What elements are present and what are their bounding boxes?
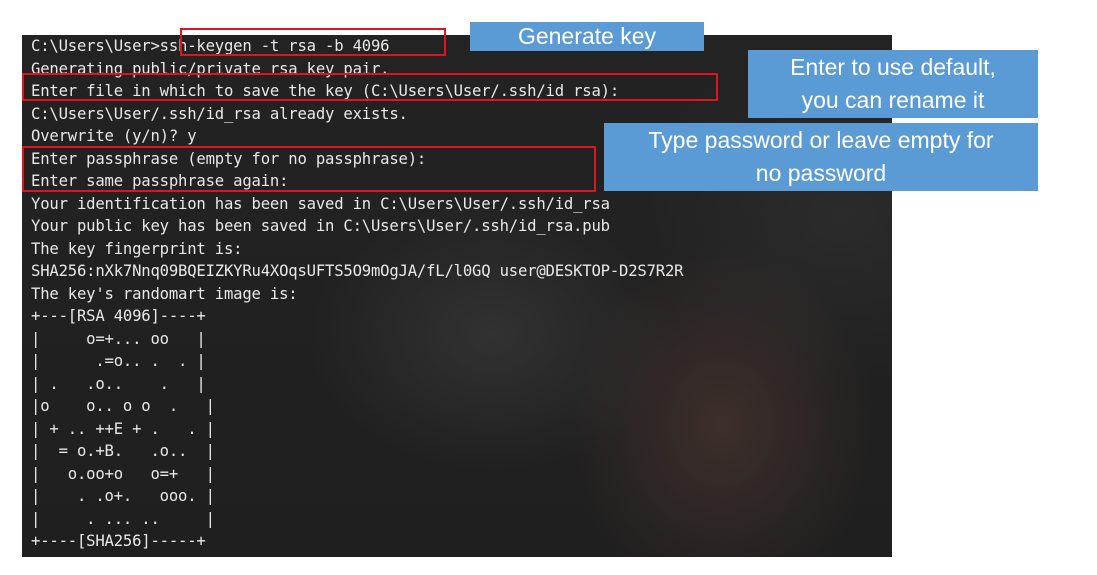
save-path-highlight-box: [22, 73, 718, 101]
default-path-callout: Enter to use default, you can rename it: [748, 50, 1038, 118]
default-path-callout-line2: you can rename it: [801, 87, 985, 113]
randomart-line: | . .o+. ooo. |: [31, 487, 215, 505]
randomart-line: | + .. ++E + . . |: [31, 419, 215, 438]
terminal-line: Your identification has been saved in C:…: [31, 194, 610, 213]
randomart-line: |o o.. o o . |: [31, 397, 215, 415]
terminal-line: Overwrite (y/n)? y: [31, 127, 197, 145]
terminal-line-fingerprint: SHA256:nXk7Nnq09BQEIZKYRu4XOqsUFTS5O9mOg…: [31, 262, 684, 280]
randomart-line: | .=o.. . . |: [31, 352, 206, 370]
randomart-line: | = o.+B. .o.. |: [31, 442, 215, 460]
terminal-line: The key fingerprint is:: [31, 239, 243, 258]
default-path-callout-line1: Enter to use default,: [790, 54, 996, 80]
password-callout-line1: Type password or leave empty for: [648, 127, 994, 153]
generate-key-callout-text: Generate key: [517, 23, 657, 49]
randomart-line: | . .o.. . |: [31, 374, 206, 393]
password-callout-line2: no password: [755, 160, 887, 186]
passphrase-highlight-box: [22, 146, 596, 192]
randomart-line: +---[RSA 4096]----+: [31, 307, 206, 325]
randomart-line: | o=+... oo |: [31, 329, 206, 348]
randomart-line: | o.oo+o o=+ |: [31, 464, 215, 483]
command-highlight-box: [180, 28, 446, 56]
password-callout: Type password or leave empty for no pass…: [604, 123, 1038, 191]
generate-key-callout: Generate key: [470, 22, 704, 51]
randomart-line: | . ... .. |: [31, 509, 215, 528]
terminal-output: C:\Users\User>ssh-keygen -t rsa -b 4096 …: [31, 35, 684, 553]
terminal-line: C:\Users\User/.ssh/id_rsa already exists…: [31, 104, 408, 123]
terminal-line: Your public key has been saved in C:\Use…: [31, 217, 610, 235]
terminal-line: The key's randomart image is:: [31, 284, 298, 303]
randomart-line: +----[SHA256]-----+: [31, 532, 206, 550]
